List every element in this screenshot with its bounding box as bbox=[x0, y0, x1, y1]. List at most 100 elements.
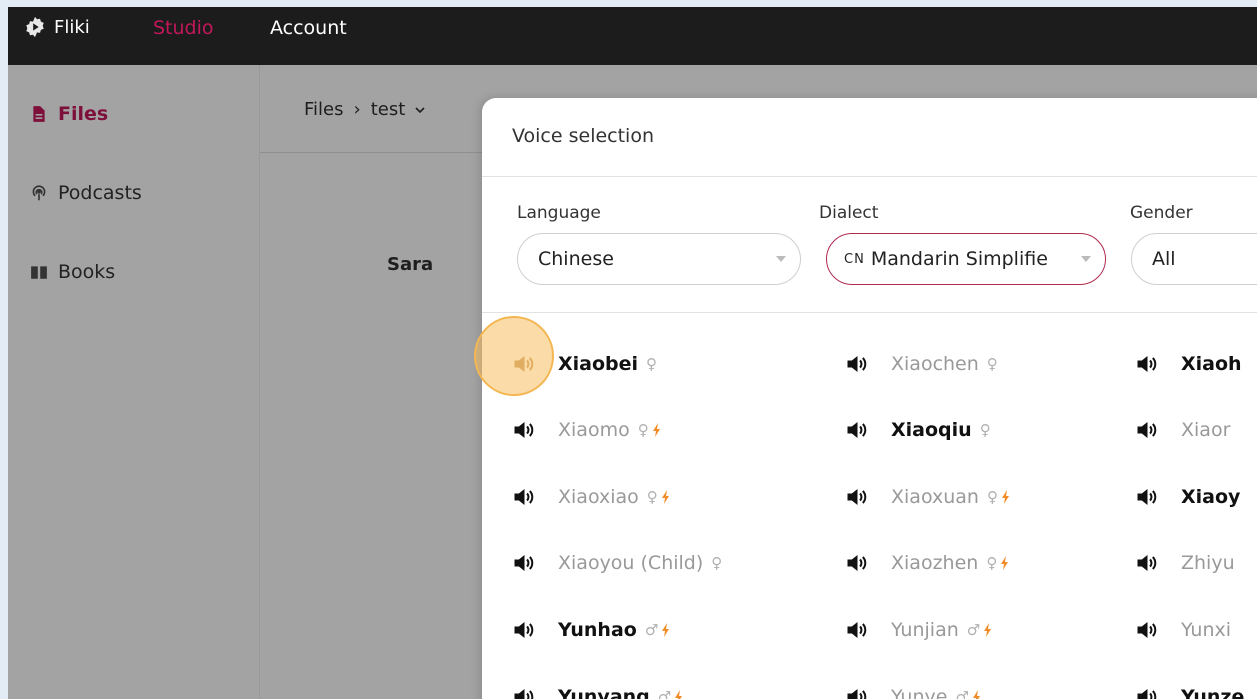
voice-item[interactable]: Yunjian ♂ bbox=[845, 619, 993, 641]
speaker-icon[interactable] bbox=[845, 553, 867, 573]
speaker-name[interactable]: Sara bbox=[387, 254, 433, 275]
modal-title: Voice selection bbox=[512, 125, 654, 147]
voice-name: Yunze bbox=[1181, 686, 1245, 699]
male-icon: ♂ bbox=[657, 688, 672, 699]
voice-item[interactable]: Xiaoy bbox=[1135, 486, 1240, 508]
voice-name: Xiaobei bbox=[558, 353, 639, 375]
dialect-value: Mandarin Simplifie bbox=[870, 248, 1048, 270]
speaker-icon[interactable] bbox=[1135, 354, 1157, 374]
sidebar-item-podcasts[interactable]: Podcasts bbox=[30, 182, 142, 204]
app-screen: Fliki Studio Account Files Podcasts Book… bbox=[8, 7, 1257, 699]
click-highlight bbox=[474, 316, 554, 396]
voice-name: Yunye bbox=[891, 686, 948, 699]
speaker-icon[interactable] bbox=[845, 687, 867, 699]
lightning-icon bbox=[1001, 556, 1009, 570]
speaker-icon[interactable] bbox=[845, 420, 867, 440]
sidebar-item-files[interactable]: Files bbox=[30, 103, 108, 125]
sidebar-item-label: Books bbox=[58, 261, 116, 283]
lightning-icon bbox=[652, 423, 660, 437]
voice-name: Xiaoy bbox=[1181, 486, 1241, 508]
voice-name: Xiaoxuan bbox=[891, 486, 979, 508]
nav-studio[interactable]: Studio bbox=[153, 17, 214, 39]
voice-item[interactable]: Yunxi bbox=[1135, 619, 1231, 641]
language-label: Language bbox=[517, 203, 601, 223]
voice-name: Yunxi bbox=[1181, 619, 1232, 641]
female-icon: ♀ bbox=[979, 421, 991, 439]
male-icon: ♂ bbox=[644, 621, 659, 639]
caret-down-icon bbox=[776, 256, 786, 262]
female-icon: ♀ bbox=[711, 554, 723, 572]
voice-item[interactable]: Zhiyu bbox=[1135, 552, 1235, 574]
dialect-select[interactable]: CN Mandarin Simplifie bbox=[826, 233, 1106, 285]
female-icon: ♀ bbox=[986, 355, 998, 373]
female-icon: ♀ bbox=[646, 488, 658, 506]
book-icon bbox=[31, 266, 47, 279]
voice-name: Xiaor bbox=[1181, 419, 1231, 441]
voice-name: Yunhao bbox=[558, 619, 637, 641]
speaker-icon[interactable] bbox=[512, 420, 534, 440]
voice-item[interactable]: Yunhao ♂ bbox=[512, 619, 671, 641]
speaker-icon[interactable] bbox=[1135, 687, 1157, 699]
voice-selection-modal: Voice selection Language Chinese Dialect… bbox=[482, 98, 1257, 699]
speaker-icon[interactable] bbox=[845, 487, 867, 507]
speaker-icon[interactable] bbox=[512, 620, 534, 640]
voice-name: Xiaoh bbox=[1181, 353, 1242, 375]
speaker-icon[interactable] bbox=[512, 687, 534, 699]
voice-name: Xiaomo bbox=[558, 419, 630, 441]
chevron-down-icon[interactable] bbox=[415, 106, 425, 114]
voice-item[interactable]: Yunye ♂ bbox=[845, 686, 982, 699]
voice-item[interactable]: Xiaoxuan ♀ bbox=[845, 486, 1011, 508]
speaker-icon[interactable] bbox=[1135, 620, 1157, 640]
voice-item[interactable]: Xiaochen ♀ bbox=[845, 353, 998, 375]
gender-select[interactable]: All bbox=[1131, 233, 1257, 285]
speaker-icon[interactable] bbox=[1135, 487, 1157, 507]
voice-item[interactable]: Xiaoqiu ♀ bbox=[845, 419, 991, 441]
dialect-label: Dialect bbox=[819, 203, 879, 223]
male-icon: ♂ bbox=[955, 688, 969, 699]
gender-value: All bbox=[1152, 248, 1176, 270]
nav-account[interactable]: Account bbox=[270, 17, 347, 39]
voice-item[interactable]: Xiaoyou (Child) ♀ bbox=[512, 552, 722, 574]
speaker-icon[interactable] bbox=[1135, 553, 1157, 573]
brand[interactable]: Fliki bbox=[24, 16, 90, 38]
voice-item[interactable]: Xiaozhen ♀ bbox=[845, 552, 1010, 574]
female-icon: ♀ bbox=[986, 488, 998, 506]
lightning-icon bbox=[1001, 490, 1009, 504]
voice-name: Xiaoxiao bbox=[558, 486, 639, 508]
speaker-icon[interactable] bbox=[845, 620, 867, 640]
male-icon: ♂ bbox=[966, 621, 981, 639]
speaker-icon[interactable] bbox=[845, 354, 867, 374]
female-icon: ♀ bbox=[637, 421, 649, 439]
sidebar-item-books[interactable]: Books bbox=[30, 261, 115, 283]
podcast-icon bbox=[32, 185, 46, 201]
flag-cn-icon: CN bbox=[844, 251, 865, 267]
breadcrumb: Files › test bbox=[304, 99, 425, 120]
voice-item[interactable]: Xiaoxiao ♀ bbox=[512, 486, 671, 508]
breadcrumb-current[interactable]: test bbox=[371, 99, 406, 120]
speaker-icon[interactable] bbox=[512, 553, 534, 573]
voice-item[interactable]: Xiaoh bbox=[1135, 353, 1242, 375]
voice-item[interactable]: Xiaomo ♀ bbox=[512, 419, 662, 441]
voice-item[interactable]: Yunyang ♂ bbox=[512, 686, 684, 699]
voice-item[interactable]: Yunze bbox=[1135, 686, 1244, 699]
divider bbox=[260, 152, 490, 153]
voice-name: Xiaoyou (Child) bbox=[558, 552, 704, 574]
speaker-icon[interactable] bbox=[512, 487, 534, 507]
female-icon: ♀ bbox=[646, 355, 658, 373]
sidebar: Files Podcasts Books bbox=[8, 65, 260, 699]
modal-header: Voice selection bbox=[482, 98, 1257, 177]
top-bar: Fliki Studio Account bbox=[8, 7, 1257, 65]
lightning-icon bbox=[984, 623, 992, 637]
voice-name: Xiaochen bbox=[891, 353, 979, 375]
language-value: Chinese bbox=[538, 248, 614, 270]
filter-bar: Language Chinese Dialect CN Mandarin Sim… bbox=[482, 176, 1257, 313]
lightning-icon bbox=[675, 690, 683, 699]
language-select[interactable]: Chinese bbox=[517, 233, 801, 285]
voice-name: Yunyang bbox=[558, 686, 650, 699]
sidebar-item-label: Files bbox=[58, 103, 109, 125]
voice-name: Zhiyu bbox=[1181, 552, 1235, 574]
voice-item[interactable]: Xiaor bbox=[1135, 419, 1230, 441]
brand-name: Fliki bbox=[54, 16, 90, 38]
speaker-icon[interactable] bbox=[1135, 420, 1157, 440]
breadcrumb-root[interactable]: Files bbox=[304, 99, 344, 120]
